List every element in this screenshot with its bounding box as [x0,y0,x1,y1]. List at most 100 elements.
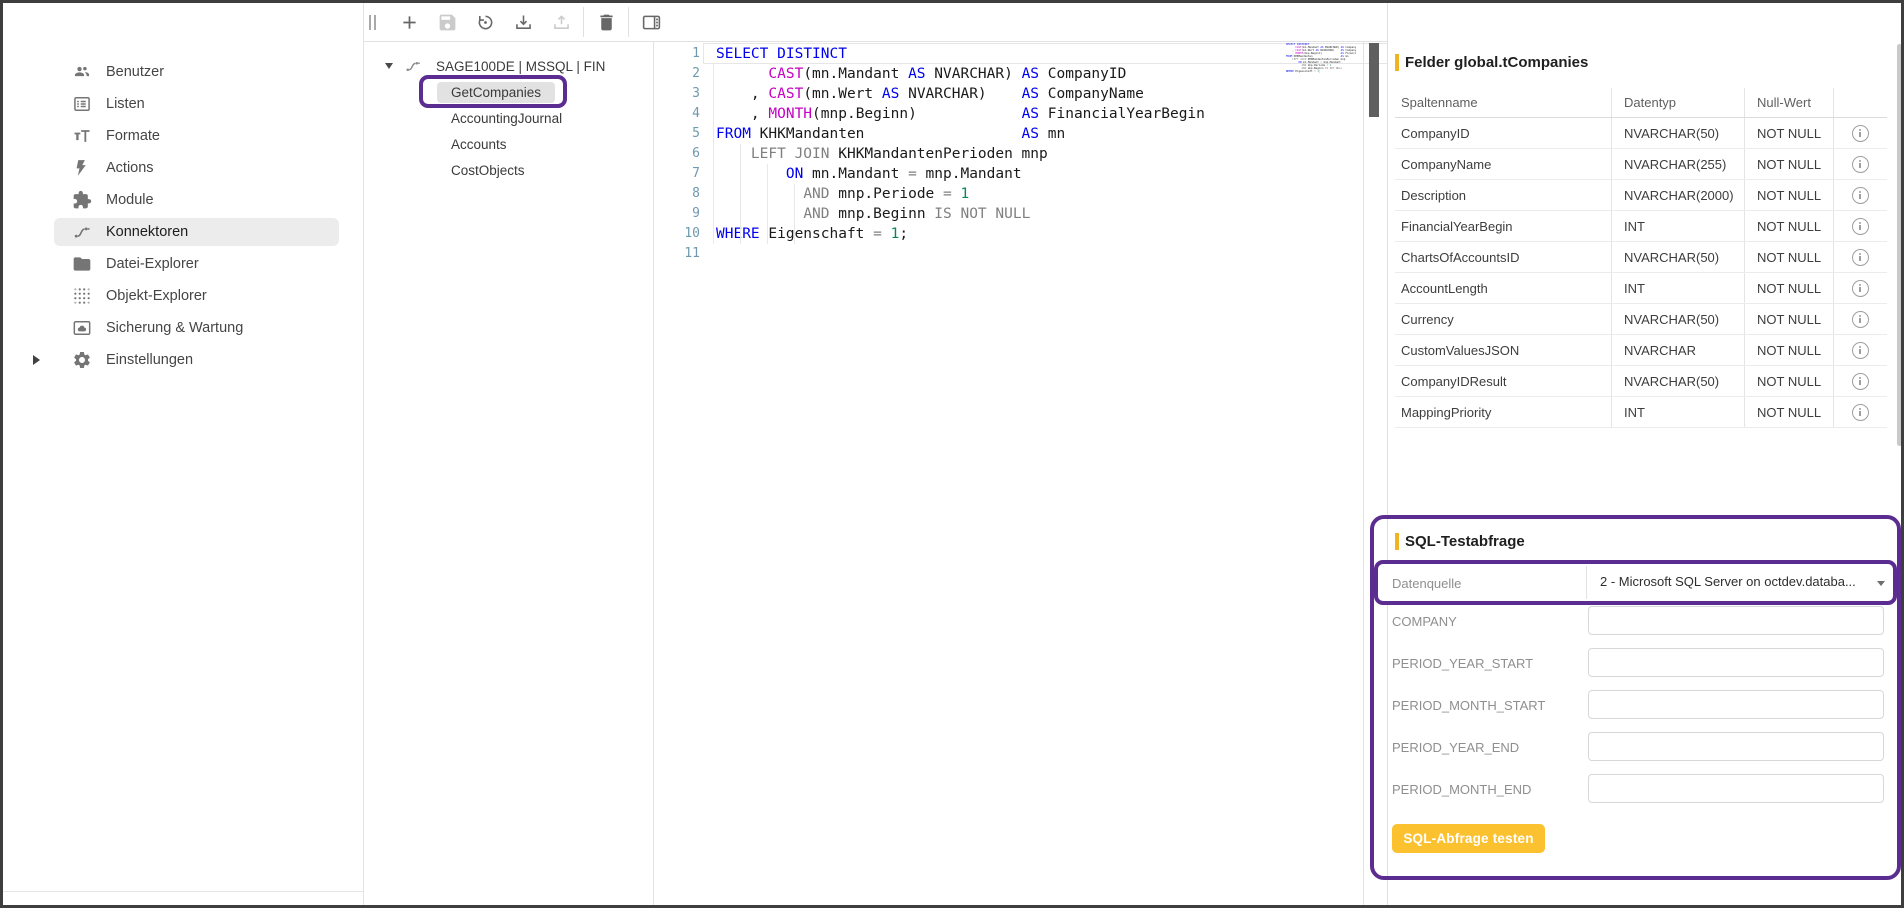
tree-item-getcompanies[interactable]: GetCompanies [364,79,653,105]
field-nullable: NOT NULL [1745,304,1834,334]
field-name: CompanyIDResult [1395,366,1612,396]
upload-button[interactable] [542,3,580,41]
tree-root-label: SAGE100DE | MSSQL | FIN [436,59,605,74]
field-nullable: NOT NULL [1745,335,1834,365]
field-nullable: NOT NULL [1745,149,1834,179]
chevron-down-icon[interactable] [1877,581,1885,586]
sql-editor[interactable]: 1234567891011 SELECT DISTINCT CAST(mn.Ma… [654,42,1364,905]
sidebar-item-label: Listen [106,96,145,112]
save-button[interactable] [428,3,466,41]
section-accent-bar [1395,533,1399,550]
field-name: AccountLength [1395,273,1612,303]
lightning-icon [72,158,92,178]
field-type: NVARCHAR(50) [1612,118,1745,148]
indent-guide [740,144,741,244]
tree-item-accounts[interactable]: Accounts [364,131,653,157]
tree-item-label: Accounts [443,134,515,155]
sidebar-item-label: Konnektoren [106,224,188,240]
param-label-period-month-start: PERIOD_MONTH_START [1392,698,1545,713]
info-icon[interactable] [1852,311,1869,328]
line-number: 6 [654,144,700,164]
field-type: NVARCHAR(50) [1612,366,1745,396]
editor-code[interactable]: SELECT DISTINCT CAST(mn.Mandant AS NVARC… [716,44,1205,264]
field-row-currency: CurrencyNVARCHAR(50)NOT NULL [1395,304,1887,335]
field-type: NVARCHAR(50) [1612,304,1745,334]
tree-item-costobjects[interactable]: CostObjects [364,157,653,183]
trash-icon [596,12,617,33]
sidebar-item-konnektoren[interactable]: Konnektoren [3,216,363,248]
info-icon[interactable] [1852,125,1869,142]
info-icon[interactable] [1852,156,1869,173]
param-label-period-month-end: PERIOD_MONTH_END [1392,782,1531,797]
panel-scrollbar-thumb[interactable] [1897,44,1902,446]
gear-icon [72,350,92,370]
download-button[interactable] [504,3,542,41]
panel-resize-handle[interactable] [369,15,376,30]
toggle-panel-button[interactable] [632,3,670,41]
dot-grid-icon [72,286,92,306]
info-icon[interactable] [1852,342,1869,359]
editor-scrollbar-thumb[interactable] [1369,43,1379,117]
sidebar-item-datei-explorer[interactable]: Datei-Explorer [3,248,363,280]
history-button[interactable] [466,3,504,41]
field-nullable: NOT NULL [1745,242,1834,272]
param-label-company: COMPANY [1392,614,1457,629]
upload-icon [551,12,572,33]
info-icon[interactable] [1852,404,1869,421]
sidebar-item-formate[interactable]: Formate [3,120,363,152]
add-button[interactable] [390,3,428,41]
folder-icon [72,254,92,274]
sidebar-item-module[interactable]: Module [3,184,363,216]
run-sql-test-button[interactable]: SQL-Abfrage testen [1392,824,1545,853]
column-header-null-wert: Null-Wert [1745,88,1834,117]
sidebar-item-listen[interactable]: Listen [3,88,363,120]
fields-section-title: Felder global.tCompanies [1395,54,1588,71]
sidebar-item-label: Benutzer [106,64,164,80]
tree-root-sage100de[interactable]: SAGE100DE | MSSQL | FIN [364,53,653,79]
field-nullable: NOT NULL [1745,397,1834,427]
info-icon[interactable] [1852,373,1869,390]
field-row-companyid: CompanyIDNVARCHAR(50)NOT NULL [1395,118,1887,149]
app-window: Benutzer Listen Formate ActionsModule Konnek… [0,0,1904,908]
field-row-description: DescriptionNVARCHAR(2000)NOT NULL [1395,180,1887,211]
field-name: FinancialYearBegin [1395,211,1612,241]
tree-item-label: GetCompanies [437,82,555,103]
tree-item-accountingjournal[interactable]: AccountingJournal [364,105,653,131]
sidebar-item-objekt-explorer[interactable]: Objekt-Explorer [3,280,363,312]
sidebar-item-sicherung-wartung[interactable]: Sicherung & Wartung [3,312,363,344]
field-name: MappingPriority [1395,397,1612,427]
sidebar-item-actions[interactable]: Actions [3,152,363,184]
field-row-companyname: CompanyNameNVARCHAR(255)NOT NULL [1395,149,1887,180]
sidebar-item-einstellungen[interactable]: Einstellungen [3,344,363,376]
sidebar-item-benutzer[interactable]: Benutzer [3,56,363,88]
field-nullable: NOT NULL [1745,211,1834,241]
info-icon[interactable] [1852,280,1869,297]
param-input-period-month-start[interactable] [1588,690,1884,719]
param-input-period-month-end[interactable] [1588,774,1884,803]
test-title-text: SQL-Testabfrage [1405,533,1525,550]
connector-tree-panel: SAGE100DE | MSSQL | FIN GetCompaniesAcco… [364,42,654,905]
chevron-down-icon[interactable] [385,63,393,69]
save-icon [437,12,458,33]
sidebar-item-label: Formate [106,128,160,144]
column-header-spaltenname: Spaltenname [1395,88,1612,117]
sidebar-item-label: Einstellungen [106,352,193,368]
editor-line-numbers: 1234567891011 [654,44,700,264]
info-icon[interactable] [1852,249,1869,266]
field-nullable: NOT NULL [1745,366,1834,396]
panel-toggle-icon [641,12,662,33]
field-nullable: NOT NULL [1745,180,1834,210]
editor-minimap[interactable]: SELECT DISTINCT CAST(mn.Mandant AS NVARC… [1286,43,1356,77]
param-input-period-year-start[interactable] [1588,648,1884,677]
datasource-select[interactable]: 2 - Microsoft SQL Server on octdev.datab… [1600,574,1870,589]
param-input-company[interactable] [1588,606,1884,635]
indent-guide [794,184,795,244]
param-input-period-year-end[interactable] [1588,732,1884,761]
info-icon[interactable] [1852,187,1869,204]
info-icon[interactable] [1852,218,1869,235]
delete-button[interactable] [587,3,625,41]
chevron-right-icon[interactable] [33,355,40,365]
connector-icon [404,57,422,75]
sidebar-bottom-divider [3,891,363,892]
param-label-period-year-start: PERIOD_YEAR_START [1392,656,1533,671]
